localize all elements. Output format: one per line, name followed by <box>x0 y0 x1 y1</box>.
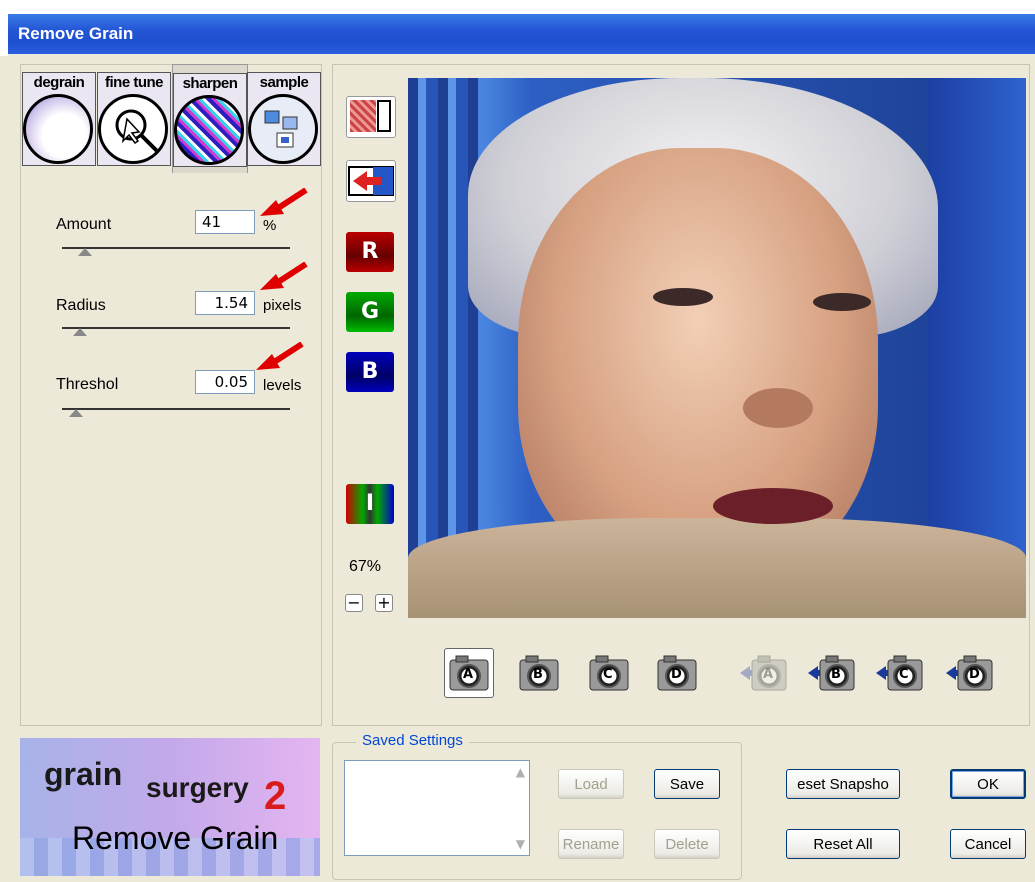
store-snapshot-c-button[interactable]: C <box>874 648 924 698</box>
zoom-out-button[interactable]: − <box>345 594 363 612</box>
load-button[interactable]: Load <box>558 769 624 799</box>
store-snapshot-d-button[interactable]: D <box>944 648 994 698</box>
zoom-level: 67% <box>349 558 382 575</box>
radius-slider-track[interactable] <box>62 327 290 329</box>
snapshot-letter: D <box>969 667 980 682</box>
tab-fine-tune-label: fine tune <box>105 74 164 91</box>
snapshot-letter: A <box>463 667 474 682</box>
scroll-down-icon[interactable]: ▼ <box>516 837 525 851</box>
snapshot-letter: D <box>671 667 682 682</box>
tab-sharpen[interactable]: sharpen <box>172 64 248 173</box>
threshold-slider-thumb[interactable] <box>68 409 83 417</box>
annotation-arrow <box>256 342 304 370</box>
radius-label: Radius <box>56 297 106 314</box>
snapshot-letter: C <box>899 667 909 682</box>
tab-fine-tune[interactable]: fine tune <box>97 66 171 174</box>
tab-sharpen-label: sharpen <box>182 75 238 92</box>
amount-input[interactable] <box>195 210 255 234</box>
threshold-input[interactable] <box>195 370 255 394</box>
radius-slider-thumb[interactable] <box>73 328 88 336</box>
store-snapshot-a-button[interactable]: A <box>738 648 788 698</box>
red-channel-icon[interactable]: R <box>346 232 394 272</box>
snapshot-b-button[interactable]: B <box>514 648 564 698</box>
amount-label: Amount <box>56 216 112 233</box>
sharpen-icon <box>174 95 244 165</box>
cancel-button[interactable]: Cancel <box>950 829 1026 859</box>
blue-channel-icon[interactable]: B <box>346 352 394 392</box>
degrain-icon <box>23 94 93 164</box>
annotation-arrow <box>260 262 308 290</box>
logo-brand-surgery: surgery <box>146 772 249 803</box>
snapshot-letter: A <box>763 667 774 682</box>
green-channel-icon[interactable]: G <box>346 292 394 332</box>
delete-button[interactable]: Delete <box>654 829 720 859</box>
intensity-channel-icon[interactable]: I <box>346 484 394 524</box>
snapshot-split-icon[interactable] <box>346 96 396 138</box>
annotation-arrow <box>260 188 308 216</box>
amount-unit: % <box>263 217 277 234</box>
snapshot-c-button[interactable]: C <box>584 648 634 698</box>
amount-slider-track[interactable] <box>62 247 290 249</box>
store-snapshot-b-button[interactable]: B <box>806 648 856 698</box>
save-button[interactable]: Save <box>654 769 720 799</box>
logo-subtitle: Remove Grain <box>72 820 279 856</box>
ok-button[interactable]: OK <box>950 769 1026 799</box>
preview-image[interactable] <box>408 78 1026 618</box>
logo-brand-grain: grain <box>44 756 123 792</box>
snapshot-letter: B <box>533 667 543 682</box>
tab-degrain-label: degrain <box>33 74 85 91</box>
tab-sample[interactable]: sample <box>247 66 321 174</box>
saved-settings-title: Saved Settings <box>356 732 469 749</box>
threshold-unit: levels <box>263 377 302 394</box>
tab-sample-label: sample <box>259 74 309 91</box>
title-bar: Remove Grain <box>0 0 1035 56</box>
snapshot-letter: B <box>831 667 841 682</box>
amount-slider-thumb[interactable] <box>77 248 92 256</box>
magnifier-icon <box>98 94 168 164</box>
radius-input[interactable] <box>195 291 255 315</box>
zoom-in-button[interactable]: + <box>375 594 393 612</box>
radius-unit: pixels <box>263 297 302 314</box>
tab-degrain[interactable]: degrain <box>22 66 96 174</box>
snapshot-letter: C <box>603 667 613 682</box>
product-logo: grain surgery 2 Remove Grain <box>20 738 320 876</box>
snapshot-a-button[interactable]: A <box>444 648 494 698</box>
snapshot-d-button[interactable]: D <box>652 648 702 698</box>
saved-settings-list[interactable]: ▲ ▼ <box>344 760 530 856</box>
scroll-up-icon[interactable]: ▲ <box>516 765 525 779</box>
threshold-label: Threshol <box>56 376 119 393</box>
reset-snapshot-button[interactable]: eset Snapsho <box>786 769 900 799</box>
reset-all-button[interactable]: Reset All <box>786 829 900 859</box>
rename-button[interactable]: Rename <box>558 829 624 859</box>
window-title: Remove Grain <box>18 24 134 43</box>
logo-version: 2 <box>264 774 287 818</box>
sample-icon <box>248 94 318 164</box>
threshold-slider-track[interactable] <box>62 408 290 410</box>
compare-swap-icon[interactable] <box>346 160 396 202</box>
